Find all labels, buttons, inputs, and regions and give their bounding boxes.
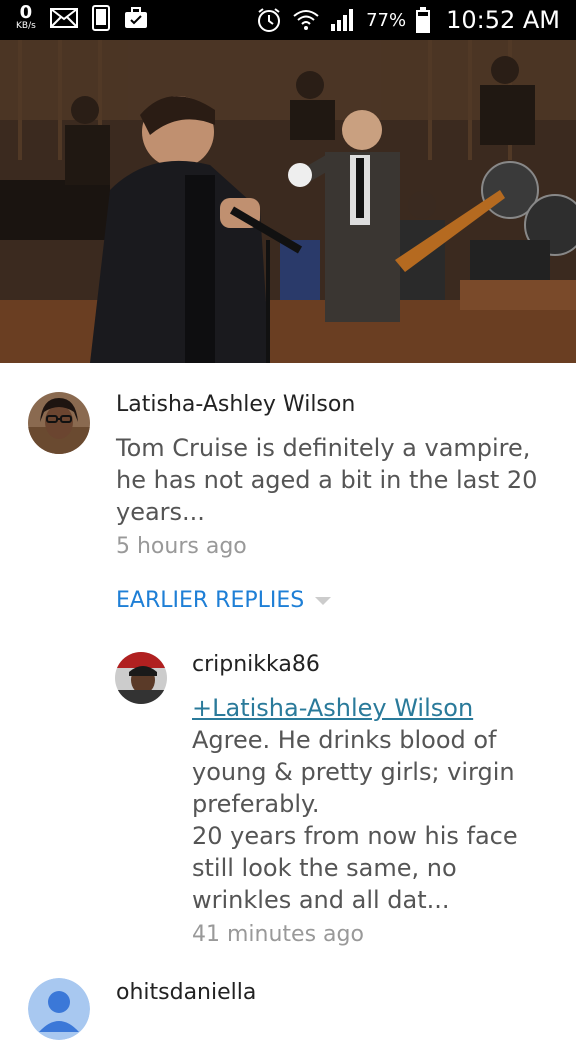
clock: 10:52 AM <box>446 6 560 34</box>
reply-author[interactable]: cripnikka86 <box>192 652 320 677</box>
reply-mention[interactable]: +Latisha-Ashley Wilson <box>192 692 552 724</box>
earlier-replies-button[interactable]: EARLIER REPLIES <box>116 588 332 613</box>
comment-timestamp: 5 hours ago <box>116 534 247 559</box>
reply-avatar[interactable] <box>115 652 167 704</box>
earlier-replies-label: EARLIER REPLIES <box>116 588 305 613</box>
status-bar: 0 KB/s 77% 10:52 AM <box>0 0 576 40</box>
reply-avatar-image <box>115 652 167 704</box>
alarm-icon <box>258 8 281 32</box>
mail-icon <box>49 7 78 28</box>
person-icon <box>28 978 90 1040</box>
avatar-image <box>28 392 90 454</box>
reply-text-line-4: 20 years from now his face <box>192 822 518 850</box>
reply-text-line-3: preferably. <box>192 790 320 818</box>
video-thumbnail <box>0 40 576 363</box>
comment-author[interactable]: ohitsdaniella <box>116 980 256 1005</box>
network-speed-value: 0 <box>19 2 33 23</box>
reply-text-line-5: still look the same, no <box>192 854 457 882</box>
reply-timestamp: 41 minutes ago <box>192 922 364 947</box>
reply-text-line-1: Agree. He drinks blood of <box>192 726 497 754</box>
chevron-down-icon <box>315 596 332 605</box>
video-player[interactable] <box>0 40 576 363</box>
wifi-icon <box>293 10 319 30</box>
mention-link[interactable]: +Latisha-Ashley Wilson <box>192 694 473 722</box>
default-avatar-icon[interactable] <box>28 978 90 1040</box>
phone-icon <box>91 4 110 31</box>
briefcase-icon <box>124 6 147 28</box>
reply-text-line-2: young & pretty girls; virgin <box>192 758 515 786</box>
network-speed: 0 KB/s <box>16 4 36 31</box>
reply-text-line-6: wrinkles and all dat... <box>192 886 450 914</box>
signal-icon <box>331 9 354 31</box>
battery-percent: 77% <box>366 9 407 31</box>
network-speed-unit: KB/s <box>16 21 36 31</box>
battery-icon <box>416 7 431 33</box>
avatar[interactable] <box>28 392 90 454</box>
comment-author[interactable]: Latisha-Ashley Wilson <box>116 392 355 417</box>
comment-text: Tom Cruise is definitely a vampire, he h… <box>116 434 538 526</box>
